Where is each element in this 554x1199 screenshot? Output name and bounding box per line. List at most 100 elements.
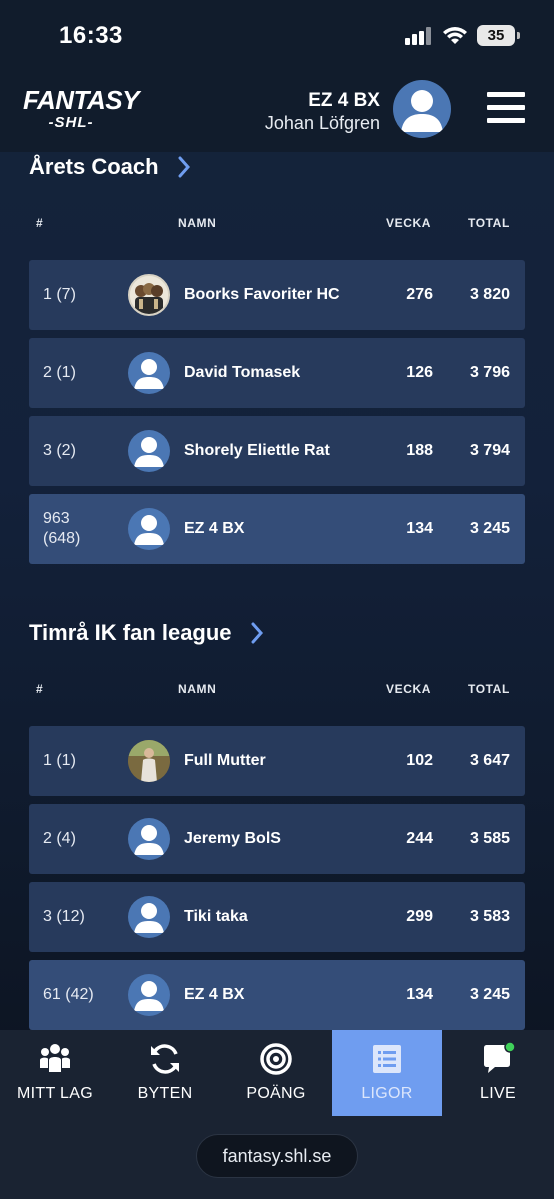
- col-name: NAMN: [178, 216, 217, 230]
- user-icon: [134, 903, 164, 933]
- default-avatar: [128, 508, 170, 550]
- team-photo-avatar: [128, 274, 170, 316]
- row-total: 3 245: [469, 520, 510, 537]
- row-rank: 3 (2): [43, 442, 76, 459]
- row-total: 3 796: [469, 364, 510, 381]
- battery-icon: 35: [477, 25, 520, 46]
- browser-bar: fantasy.shl.se: [0, 1116, 554, 1199]
- cellular-signal-icon: [405, 27, 433, 45]
- default-avatar: [128, 352, 170, 394]
- tab-label: MITT LAG: [17, 1085, 93, 1102]
- league-title-arets-coach[interactable]: Årets Coach: [29, 154, 191, 180]
- row-total: 3 794: [469, 442, 510, 459]
- row-name: Jeremy BolS: [184, 830, 281, 847]
- row-week: 102: [406, 752, 433, 769]
- row-total: 3 583: [469, 908, 510, 925]
- wifi-icon: [443, 27, 467, 44]
- tab-byten[interactable]: BYTEN: [110, 1030, 220, 1116]
- row-week: 244: [406, 830, 433, 847]
- row-name: David Tomasek: [184, 364, 301, 381]
- status-bar: 16:33 35: [0, 0, 554, 72]
- logo-text-bottom: -SHL-: [48, 114, 94, 131]
- row-name: Full Mutter: [184, 752, 266, 769]
- table-row-my-team[interactable]: 61 (42) EZ 4 BX 134 3 245: [29, 960, 525, 1030]
- col-total: TOTAL: [468, 216, 510, 230]
- row-rank: 61 (42): [43, 986, 94, 1003]
- default-avatar: [128, 974, 170, 1016]
- user-name: Johan Löfgren: [264, 113, 380, 133]
- user-icon: [134, 825, 164, 855]
- row-total: 3 585: [469, 830, 510, 847]
- user-icon: [134, 359, 164, 389]
- target-icon: [260, 1043, 292, 1075]
- chevron-right-icon: [178, 156, 190, 178]
- row-name: Tiki taka: [184, 908, 248, 925]
- table-row-my-team[interactable]: 963 (648) EZ 4 BX 134 3 245: [29, 494, 525, 564]
- user-icon: [134, 515, 164, 545]
- swap-icon: [151, 1044, 179, 1074]
- default-avatar: [128, 896, 170, 938]
- table-row[interactable]: 2 (1) David Tomasek 126 3 796: [29, 338, 525, 408]
- hamburger-menu-icon[interactable]: [487, 92, 525, 126]
- logo-text-top: FANTASY: [23, 85, 139, 115]
- row-name: EZ 4 BX: [184, 986, 245, 1003]
- default-avatar: [128, 818, 170, 860]
- profile-avatar[interactable]: [393, 80, 451, 138]
- row-name: Boorks Favoriter HC: [184, 286, 340, 303]
- status-time: 16:33: [59, 22, 123, 49]
- col-rank: #: [36, 216, 44, 230]
- row-rank: 2 (1): [43, 364, 76, 381]
- chat-icon: [484, 1042, 515, 1073]
- table-row[interactable]: 3 (12) Tiki taka 299 3 583: [29, 882, 525, 952]
- url-field[interactable]: fantasy.shl.se: [196, 1134, 358, 1178]
- row-name: EZ 4 BX: [184, 520, 245, 537]
- tab-ligor[interactable]: LIGOR: [332, 1030, 442, 1116]
- team-photo-icon: [130, 276, 168, 314]
- table-row[interactable]: 1 (7) Boorks Favoriter HC 276 3 820: [29, 260, 525, 330]
- bottom-tab-bar: MITT LAG BYTEN POÄNG LIGOR LIVE: [0, 1030, 554, 1116]
- col-name: NAMN: [178, 682, 217, 696]
- user-icon: [134, 437, 164, 467]
- tab-label: LIVE: [480, 1085, 516, 1102]
- row-week: 276: [406, 286, 433, 303]
- app-header: FANTASY -SHL- EZ 4 BX Johan Löfgren: [0, 72, 554, 152]
- person-photo-avatar: [128, 740, 170, 782]
- row-rank: 963 (648): [43, 510, 81, 547]
- col-total: TOTAL: [468, 682, 510, 696]
- table-row[interactable]: 1 (1) Full Mutter 102 3 647: [29, 726, 525, 796]
- row-week: 299: [406, 908, 433, 925]
- chevron-right-icon: [251, 622, 263, 644]
- row-name: Shorely Eliettle Rat: [184, 442, 330, 459]
- row-week: 126: [406, 364, 433, 381]
- tab-mitt-lag[interactable]: MITT LAG: [0, 1030, 110, 1116]
- table-row[interactable]: 3 (2) Shorely Eliettle Rat 188 3 794: [29, 416, 525, 486]
- tab-poang[interactable]: POÄNG: [221, 1030, 331, 1116]
- row-total: 3 820: [469, 286, 510, 303]
- row-week: 188: [406, 442, 433, 459]
- tab-label: LIGOR: [361, 1085, 413, 1102]
- table-row[interactable]: 2 (4) Jeremy BolS 244 3 585: [29, 804, 525, 874]
- team-name: EZ 4 BX: [308, 90, 380, 111]
- row-week: 134: [406, 520, 433, 537]
- row-rank: 3 (12): [43, 908, 85, 925]
- table-header: # NAMN VECKA TOTAL: [0, 216, 554, 236]
- tab-label: BYTEN: [137, 1085, 193, 1102]
- row-rank: 1 (1): [43, 752, 76, 769]
- row-total: 3 647: [469, 752, 510, 769]
- league-title-text: Årets Coach: [29, 154, 159, 179]
- person-photo-icon: [128, 740, 170, 782]
- table-header: # NAMN VECKA TOTAL: [0, 682, 554, 702]
- col-week: VECKA: [386, 216, 432, 230]
- league-title-timra-ik[interactable]: Timrå IK fan league: [29, 620, 264, 646]
- team-info: EZ 4 BX Johan Löfgren: [265, 90, 380, 134]
- row-rank: 1 (7): [43, 286, 76, 303]
- tab-live[interactable]: LIVE: [443, 1030, 553, 1116]
- live-notification-dot: [504, 1042, 515, 1053]
- default-avatar: [128, 430, 170, 472]
- col-rank: #: [36, 682, 44, 696]
- tab-label: POÄNG: [246, 1085, 306, 1102]
- fantasy-shl-logo[interactable]: FANTASY -SHL-: [23, 85, 139, 134]
- row-total: 3 245: [469, 986, 510, 1003]
- league-title-text: Timrå IK fan league: [29, 620, 232, 645]
- row-rank: 2 (4): [43, 830, 76, 847]
